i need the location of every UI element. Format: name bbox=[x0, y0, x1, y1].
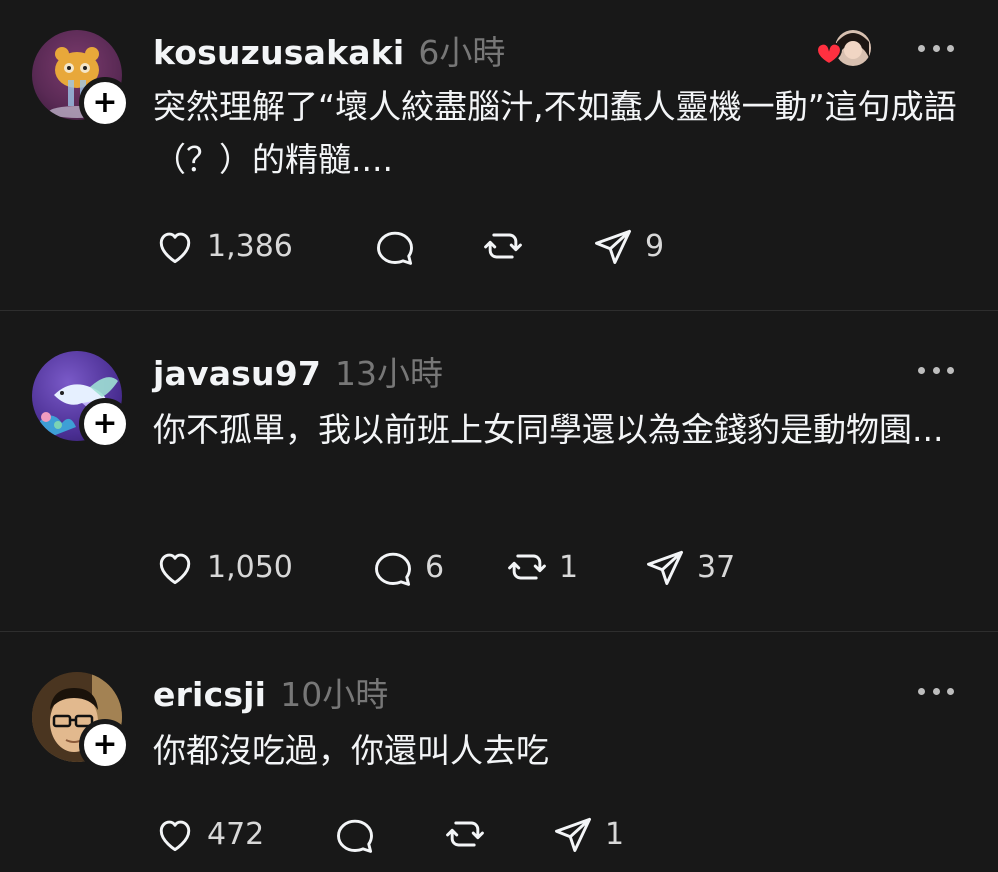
liked-by-avatars[interactable] bbox=[814, 28, 874, 70]
like-count: 472 bbox=[207, 816, 265, 852]
avatar[interactable]: + bbox=[32, 672, 131, 771]
repost-button[interactable] bbox=[481, 222, 535, 270]
follow-plus-button[interactable]: + bbox=[79, 719, 131, 771]
timestamp: 10小時 bbox=[280, 675, 389, 714]
comment-icon bbox=[337, 819, 373, 853]
more-options-button[interactable] bbox=[918, 685, 954, 697]
dot-icon bbox=[918, 44, 925, 52]
avatar[interactable]: + bbox=[32, 30, 131, 129]
like-count: 1,386 bbox=[207, 228, 293, 264]
share-count: 1 bbox=[605, 816, 625, 852]
like-count: 1,050 bbox=[207, 549, 293, 585]
heart-icon bbox=[815, 42, 843, 66]
repost-button[interactable] bbox=[443, 810, 497, 858]
comment-icon bbox=[375, 552, 411, 586]
avatar[interactable]: + bbox=[32, 351, 131, 450]
dot-icon bbox=[932, 687, 940, 695]
post-header: kosuzusakaki 6小時 bbox=[153, 26, 505, 72]
dot-icon bbox=[947, 687, 954, 695]
dot-icon bbox=[947, 44, 954, 52]
repost-count: 1 bbox=[559, 549, 579, 585]
dot-icon bbox=[918, 366, 925, 374]
follow-plus-button[interactable]: + bbox=[79, 77, 131, 129]
username[interactable]: ericsji bbox=[153, 675, 266, 714]
repost-button[interactable]: 1 bbox=[505, 543, 578, 591]
thread-post: + javasu97 13小時 你不孤單，我以前班上女同學還以為金錢豹是動物園.… bbox=[0, 311, 998, 631]
repost-icon bbox=[508, 554, 546, 580]
share-button[interactable]: 1 bbox=[551, 810, 624, 858]
liker-avatar-icon bbox=[815, 30, 871, 66]
reply-button[interactable]: 6 bbox=[371, 543, 444, 591]
timestamp: 6小時 bbox=[418, 33, 506, 72]
dot-icon bbox=[932, 366, 940, 374]
share-button[interactable]: 9 bbox=[591, 222, 664, 270]
reply-count: 6 bbox=[425, 549, 445, 585]
send-icon bbox=[595, 229, 631, 264]
repost-icon bbox=[484, 233, 522, 259]
more-options-button[interactable] bbox=[918, 364, 954, 376]
dot-icon bbox=[918, 687, 925, 695]
timestamp: 13小時 bbox=[335, 354, 444, 393]
repost-icon bbox=[446, 821, 484, 847]
like-button[interactable]: 472 bbox=[153, 810, 264, 858]
comment-icon bbox=[377, 231, 413, 265]
like-button[interactable]: 1,050 bbox=[153, 543, 293, 591]
reply-button[interactable] bbox=[333, 810, 387, 858]
share-count: 9 bbox=[645, 228, 665, 264]
more-options-button[interactable] bbox=[918, 42, 954, 54]
heart-icon bbox=[159, 553, 191, 585]
reply-button[interactable] bbox=[373, 222, 427, 270]
post-text: 突然理解了“壞人絞盡腦汁,不如蠢人靈機一動”這句成語（？）的精髓.... bbox=[153, 87, 957, 179]
send-icon bbox=[647, 550, 683, 585]
heart-icon bbox=[159, 232, 191, 264]
share-count: 37 bbox=[697, 549, 736, 585]
username[interactable]: kosuzusakaki bbox=[153, 33, 404, 72]
heart-icon bbox=[159, 820, 191, 852]
like-button[interactable]: 1,386 bbox=[153, 222, 293, 270]
post-header: ericsji 10小時 bbox=[153, 668, 388, 714]
post-text: 你不孤單，我以前班上女同學還以為金錢豹是動物園... bbox=[153, 410, 944, 449]
username[interactable]: javasu97 bbox=[153, 354, 321, 393]
dot-icon bbox=[947, 366, 954, 374]
post-header: javasu97 13小時 bbox=[153, 347, 443, 393]
send-icon bbox=[555, 817, 591, 852]
share-button[interactable]: 37 bbox=[643, 543, 735, 591]
follow-plus-button[interactable]: + bbox=[79, 398, 131, 450]
thread-post: + kosuzusakaki 6小時 突然理解了“壞人絞盡腦汁,不如蠢人靈機一動… bbox=[0, 0, 998, 310]
post-text: 你都沒吃過，你還叫人去吃 bbox=[153, 731, 549, 770]
dot-icon bbox=[932, 44, 940, 52]
thread-post: + ericsji 10小時 你都沒吃過，你還叫人去吃 472 1 bbox=[0, 632, 998, 872]
